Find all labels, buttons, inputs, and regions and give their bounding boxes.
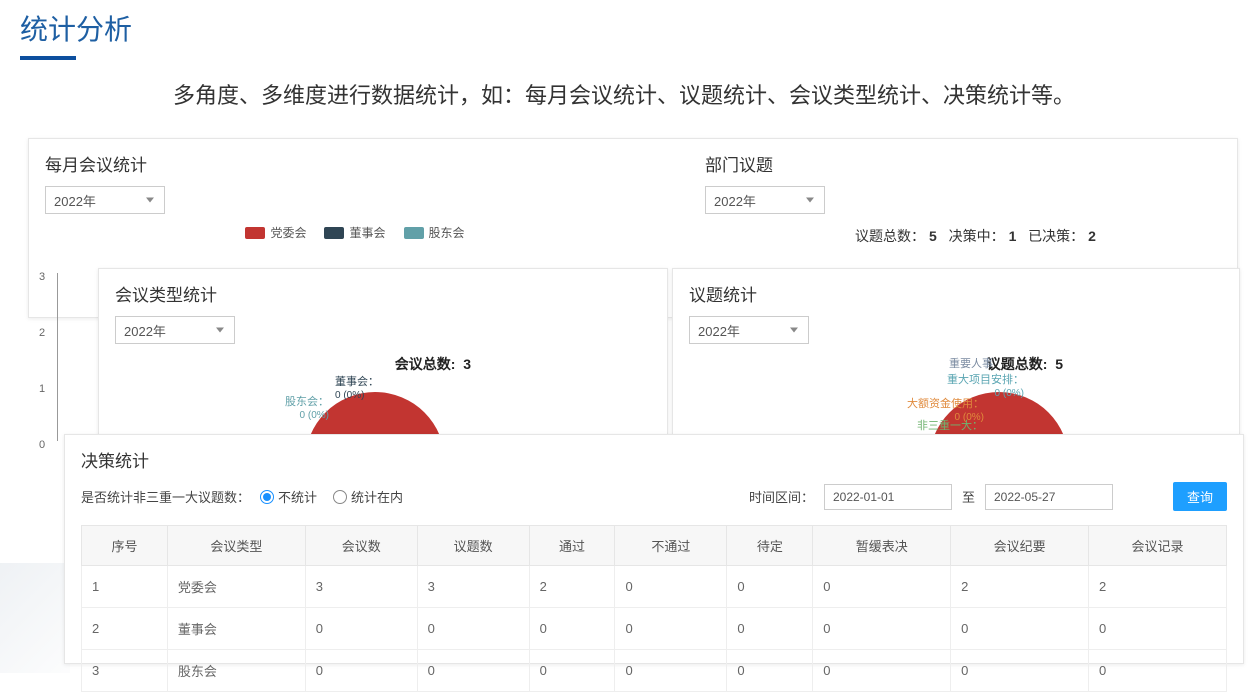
pie-label-gudonghui: 股东会：0 (0%) xyxy=(285,396,329,422)
table-cell: 0 xyxy=(951,608,1089,650)
table-cell: 董事会 xyxy=(167,608,305,650)
table-cell: 3 xyxy=(417,566,529,608)
dept-title: 部门议题 xyxy=(705,151,1221,176)
radio-icon xyxy=(260,490,274,504)
meeting-type-card: 会议类型统计 2022年 会议总数: 3 董事会：0 (0%) 股东会：0 (0… xyxy=(98,268,668,458)
table-header: 议题数 xyxy=(417,526,529,566)
table-cell: 0 xyxy=(813,566,951,608)
title-underline xyxy=(20,56,76,60)
date-to-input[interactable] xyxy=(985,484,1113,510)
table-cell: 3 xyxy=(305,566,417,608)
legend-swatch xyxy=(245,227,265,239)
monthly-legend: 党委会 董事会 股东会 xyxy=(45,224,665,241)
radio-yes[interactable]: 统计在内 xyxy=(333,487,403,506)
radio-icon xyxy=(333,490,347,504)
table-cell: 0 xyxy=(1089,650,1227,692)
table-row: 1党委会33200022 xyxy=(82,566,1227,608)
table-row: 3股东会00000000 xyxy=(82,650,1227,692)
table-cell: 2 xyxy=(1089,566,1227,608)
y-axis-ticks: 3 2 1 0 xyxy=(39,271,45,467)
legend-label: 党委会 xyxy=(270,224,306,241)
pie-label-renshi: 重要人事 xyxy=(949,358,993,371)
table-cell: 0 xyxy=(305,650,417,692)
meeting-type-year-select[interactable]: 2022年 xyxy=(115,316,235,344)
y-axis-line xyxy=(57,273,58,441)
legend-swatch xyxy=(324,227,344,239)
table-cell: 0 xyxy=(417,650,529,692)
radio-group: 不统计 统计在内 xyxy=(260,487,403,506)
table-cell: 股东会 xyxy=(167,650,305,692)
to-label: 至 xyxy=(962,487,975,506)
legend-item: 党委会 xyxy=(245,224,306,241)
table-header: 待定 xyxy=(727,526,813,566)
date-from-input[interactable] xyxy=(824,484,952,510)
pie-label-xiangmu: 重大项目安排：0 (0%) xyxy=(947,374,1024,400)
decision-table: 序号会议类型会议数议题数通过不通过待定暂缓表决会议纪要会议记录 1党委会3320… xyxy=(81,525,1227,692)
table-cell: 0 xyxy=(727,566,813,608)
legend-item: 股东会 xyxy=(404,224,465,241)
table-header: 会议纪要 xyxy=(951,526,1089,566)
table-header: 不通过 xyxy=(615,526,727,566)
meeting-type-title: 会议类型统计 xyxy=(115,281,651,306)
table-cell: 0 xyxy=(1089,608,1227,650)
time-label: 时间区间： xyxy=(749,487,814,506)
table-cell: 1 xyxy=(82,566,168,608)
table-header: 会议记录 xyxy=(1089,526,1227,566)
legend-label: 股东会 xyxy=(429,224,465,241)
legend-item: 董事会 xyxy=(324,224,385,241)
pie-label-dongshihui: 董事会：0 (0%) xyxy=(335,376,379,402)
dept-year-select[interactable]: 2022年 xyxy=(705,186,825,214)
table-cell: 0 xyxy=(529,650,615,692)
table-cell: 0 xyxy=(615,608,727,650)
radio-no[interactable]: 不统计 xyxy=(260,487,317,506)
table-cell: 2 xyxy=(82,608,168,650)
table-cell: 0 xyxy=(305,608,417,650)
topic-stats-year-select[interactable]: 2022年 xyxy=(689,316,809,344)
meeting-type-total: 会议总数: 3 xyxy=(395,354,471,374)
table-header: 通过 xyxy=(529,526,615,566)
table-cell: 0 xyxy=(615,566,727,608)
table-header: 序号 xyxy=(82,526,168,566)
topic-stats-card: 议题统计 2022年 议题总数: 5 重要人事 重大项目安排：0 (0%) 大额… xyxy=(672,268,1240,458)
monthly-title: 每月会议统计 xyxy=(45,151,665,176)
legend-swatch xyxy=(404,227,424,239)
legend-label: 董事会 xyxy=(349,224,385,241)
decision-card: 决策统计 是否统计非三重一大议题数： 不统计 统计在内 时间区间： 至 查询 序… xyxy=(64,434,1244,664)
table-cell: 0 xyxy=(615,650,727,692)
table-cell: 0 xyxy=(529,608,615,650)
table-row: 2董事会00000000 xyxy=(82,608,1227,650)
background-decoration xyxy=(0,563,70,673)
table-cell: 2 xyxy=(529,566,615,608)
table-cell: 0 xyxy=(727,650,813,692)
page-title: 统计分析 xyxy=(0,0,1248,48)
table-cell: 0 xyxy=(727,608,813,650)
table-cell: 2 xyxy=(951,566,1089,608)
topic-stats-total: 议题总数: 5 xyxy=(987,354,1063,374)
table-header: 暂缓表决 xyxy=(813,526,951,566)
table-cell: 0 xyxy=(951,650,1089,692)
table-header: 会议类型 xyxy=(167,526,305,566)
table-cell: 0 xyxy=(813,608,951,650)
query-button[interactable]: 查询 xyxy=(1173,482,1227,511)
table-cell: 3 xyxy=(82,650,168,692)
table-cell: 0 xyxy=(813,650,951,692)
filter-label: 是否统计非三重一大议题数： xyxy=(81,487,250,506)
dept-stats: 议题总数：5 决策中：1 已决策：2 xyxy=(855,226,1221,246)
table-cell: 党委会 xyxy=(167,566,305,608)
topic-stats-title: 议题统计 xyxy=(689,281,1223,306)
page-subtitle: 多角度、多维度进行数据统计，如：每月会议统计、议题统计、会议类型统计、决策统计等… xyxy=(0,78,1248,110)
decision-title: 决策统计 xyxy=(81,447,1227,472)
table-cell: 0 xyxy=(417,608,529,650)
monthly-year-select[interactable]: 2022年 xyxy=(45,186,165,214)
table-header: 会议数 xyxy=(305,526,417,566)
